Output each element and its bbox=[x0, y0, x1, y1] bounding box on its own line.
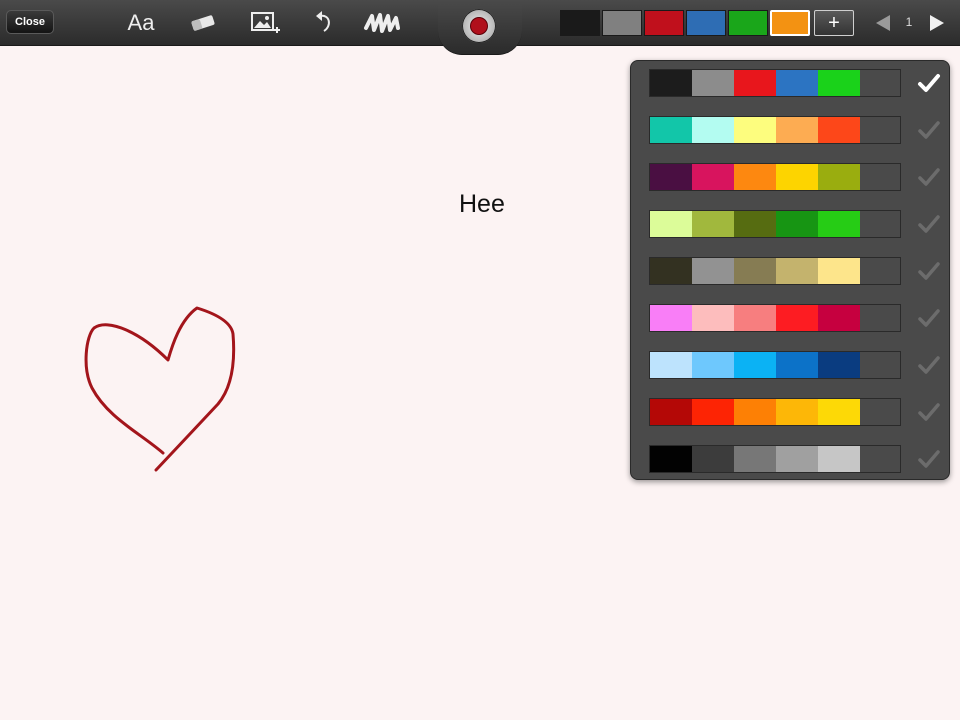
palette-row-4[interactable] bbox=[649, 210, 901, 238]
palette-color-8-5 bbox=[818, 399, 860, 425]
palette-color-5-2 bbox=[692, 258, 734, 284]
insert-image-button[interactable] bbox=[245, 6, 285, 40]
palette-color-3-5 bbox=[818, 164, 860, 190]
palette-color-5-1 bbox=[650, 258, 692, 284]
palette-strip bbox=[649, 304, 901, 332]
checkmark-icon[interactable] bbox=[915, 116, 943, 144]
text-tool-button[interactable]: Aa bbox=[121, 6, 161, 40]
palette-row-8[interactable] bbox=[649, 398, 901, 426]
palette-color-4-5 bbox=[818, 211, 860, 237]
palette-color-6-3 bbox=[734, 305, 776, 331]
color-palette-panel bbox=[630, 60, 950, 480]
clear-scribble-button[interactable] bbox=[362, 6, 402, 40]
record-button[interactable] bbox=[462, 9, 496, 43]
next-page-button[interactable] bbox=[926, 12, 948, 34]
palette-color-7-1 bbox=[650, 352, 692, 378]
previous-page-button[interactable] bbox=[872, 12, 894, 34]
palette-color-3-4 bbox=[776, 164, 818, 190]
add-color-button[interactable]: + bbox=[814, 10, 854, 36]
color-swatch-orange[interactable] bbox=[770, 10, 810, 36]
checkmark-icon[interactable] bbox=[915, 398, 943, 426]
palette-row-3[interactable] bbox=[649, 163, 901, 191]
palette-color-3-3 bbox=[734, 164, 776, 190]
palette-color-4-3 bbox=[734, 211, 776, 237]
palette-color-3-2 bbox=[692, 164, 734, 190]
palette-row-7[interactable] bbox=[649, 351, 901, 379]
palette-row-2[interactable] bbox=[649, 116, 901, 144]
palette-color-9-2 bbox=[692, 446, 734, 472]
eraser-icon bbox=[191, 15, 215, 31]
palette-color-8-1 bbox=[650, 399, 692, 425]
palette-row-9[interactable] bbox=[649, 445, 901, 473]
palette-strip bbox=[649, 257, 901, 285]
palette-color-5-3 bbox=[734, 258, 776, 284]
undo-icon bbox=[316, 11, 330, 32]
palette-strip bbox=[649, 116, 901, 144]
palette-color-2-5 bbox=[818, 117, 860, 143]
clear-scribble-icon bbox=[364, 13, 400, 33]
palette-color-8-3 bbox=[734, 399, 776, 425]
palette-color-2-1 bbox=[650, 117, 692, 143]
arrow-right-icon bbox=[930, 15, 944, 31]
eraser-button[interactable] bbox=[183, 6, 223, 40]
palette-color-9-4 bbox=[776, 446, 818, 472]
palette-color-2-4 bbox=[776, 117, 818, 143]
palette-strip bbox=[649, 210, 901, 238]
close-button[interactable]: Close bbox=[6, 10, 54, 34]
palette-color-1-5 bbox=[818, 70, 860, 96]
palette-color-8-2 bbox=[692, 399, 734, 425]
palette-strip bbox=[649, 69, 901, 97]
palette-strip bbox=[649, 398, 901, 426]
palette-color-4-1 bbox=[650, 211, 692, 237]
palette-strip bbox=[649, 351, 901, 379]
color-swatch-blue[interactable] bbox=[686, 10, 726, 36]
palette-color-6-1 bbox=[650, 305, 692, 331]
checkmark-icon[interactable] bbox=[915, 351, 943, 379]
heart-drawing bbox=[84, 306, 236, 472]
record-icon bbox=[471, 18, 487, 34]
color-swatch-black[interactable] bbox=[560, 10, 600, 36]
color-swatch-red[interactable] bbox=[644, 10, 684, 36]
palette-color-2-3 bbox=[734, 117, 776, 143]
palette-color-8-4 bbox=[776, 399, 818, 425]
palette-color-1-2 bbox=[692, 70, 734, 96]
palette-color-9-1 bbox=[650, 446, 692, 472]
palette-color-9-3 bbox=[734, 446, 776, 472]
palette-color-4-2 bbox=[692, 211, 734, 237]
palette-color-9-5 bbox=[818, 446, 860, 472]
palette-strip bbox=[649, 445, 901, 473]
checkmark-icon[interactable] bbox=[915, 304, 943, 332]
palette-color-6-4 bbox=[776, 305, 818, 331]
palette-color-6-5 bbox=[818, 305, 860, 331]
palette-color-1-3 bbox=[734, 70, 776, 96]
palette-color-2-2 bbox=[692, 117, 734, 143]
checkmark-icon[interactable] bbox=[915, 257, 943, 285]
undo-button[interactable] bbox=[304, 6, 344, 40]
palette-row-6[interactable] bbox=[649, 304, 901, 332]
page-number: 1 bbox=[905, 15, 913, 29]
checkmark-icon[interactable] bbox=[915, 69, 943, 97]
checkmark-icon[interactable] bbox=[915, 445, 943, 473]
palette-color-3-1 bbox=[650, 164, 692, 190]
palette-color-7-3 bbox=[734, 352, 776, 378]
palette-color-1-1 bbox=[650, 70, 692, 96]
palette-color-5-4 bbox=[776, 258, 818, 284]
color-swatch-gray[interactable] bbox=[602, 10, 642, 36]
palette-row-1[interactable] bbox=[649, 69, 901, 97]
palette-color-1-4 bbox=[776, 70, 818, 96]
palette-color-7-5 bbox=[818, 352, 860, 378]
palette-color-5-5 bbox=[818, 258, 860, 284]
insert-image-icon bbox=[251, 12, 280, 33]
palette-color-7-4 bbox=[776, 352, 818, 378]
color-swatch-green[interactable] bbox=[728, 10, 768, 36]
palette-color-7-2 bbox=[692, 352, 734, 378]
palette-color-4-4 bbox=[776, 211, 818, 237]
palette-row-5[interactable] bbox=[649, 257, 901, 285]
palette-strip bbox=[649, 163, 901, 191]
palette-color-6-2 bbox=[692, 305, 734, 331]
checkmark-icon[interactable] bbox=[915, 163, 943, 191]
arrow-left-icon bbox=[876, 15, 890, 31]
checkmark-icon[interactable] bbox=[915, 210, 943, 238]
canvas-text-hee[interactable]: Hee bbox=[459, 190, 505, 219]
